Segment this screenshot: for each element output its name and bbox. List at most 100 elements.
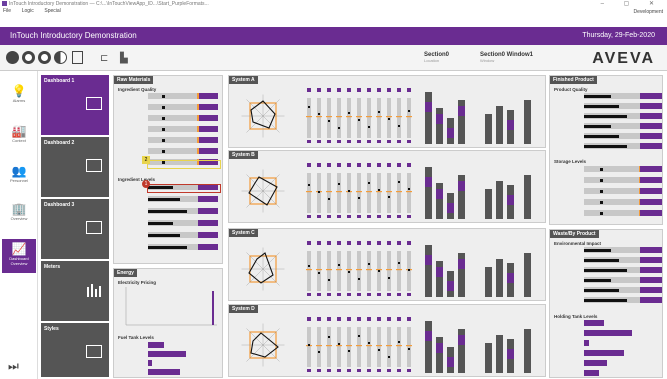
- indicator-dot: [408, 348, 410, 350]
- dashboard-tile-styles[interactable]: Styles: [41, 323, 109, 377]
- menu-file[interactable]: File: [3, 8, 11, 14]
- indicator-cap: [327, 88, 331, 92]
- indicator-target: [406, 345, 412, 347]
- dashboard-tile-2[interactable]: Dashboard 2: [41, 137, 109, 197]
- gauge-row: [118, 208, 218, 215]
- indicator-base: [347, 369, 351, 372]
- callout-badge: 1: [142, 180, 150, 188]
- indicator-cap: [307, 88, 311, 92]
- dashboard-tile-meters[interactable]: Meters: [41, 261, 109, 321]
- tile-label: Dashboard 3: [44, 202, 75, 208]
- bar-highlight: [507, 273, 514, 283]
- gauge-fill: [584, 134, 620, 138]
- bar-column: [496, 106, 503, 144]
- indicator-base: [367, 140, 371, 143]
- gauge-fill: [584, 248, 612, 252]
- menu-development[interactable]: Development: [634, 9, 663, 15]
- indicator-base: [357, 369, 361, 372]
- menu-special[interactable]: Special: [44, 8, 60, 14]
- dashboard-tile-1[interactable]: Dashboard 1: [41, 75, 109, 135]
- bar-column: [485, 267, 492, 297]
- gauge-range: [198, 196, 218, 202]
- indicator-column: [367, 98, 371, 138]
- indicator-column: [387, 327, 391, 367]
- indicator-cap: [377, 317, 381, 321]
- gauge-range: [640, 257, 662, 263]
- indicator-dot: [318, 351, 320, 353]
- indicator-dot: [318, 113, 320, 115]
- nav-alarms[interactable]: 💡 Alarms: [2, 81, 36, 115]
- indicator-dot: [388, 196, 390, 198]
- indicator-dot: [308, 106, 310, 108]
- indicator-column: [357, 173, 361, 213]
- indicator-cap: [337, 163, 341, 167]
- indicator-base: [407, 140, 411, 143]
- nav-personnel[interactable]: 👥 Personnel: [2, 161, 36, 195]
- nav-overview[interactable]: 🏢 Overview: [2, 199, 36, 233]
- contrast-icon[interactable]: [54, 51, 67, 64]
- indicator-base: [307, 140, 311, 143]
- gauge-row: [118, 137, 218, 144]
- gauge-fill: [584, 370, 599, 376]
- section1-sub: Location: [424, 58, 440, 63]
- gauge-row: [554, 93, 662, 100]
- gauge-row: [118, 196, 218, 203]
- nav-context[interactable]: 🏭 Context: [2, 121, 36, 155]
- indicator-column: [317, 98, 321, 138]
- indicator-cap: [407, 163, 411, 167]
- gauge-range: [198, 126, 218, 132]
- indicator-target: [306, 116, 312, 118]
- indicator-base: [327, 369, 331, 372]
- dashboard-tile-3[interactable]: Dashboard 3: [41, 199, 109, 259]
- gauge-row: [554, 257, 662, 264]
- nav-label: Personnel: [9, 178, 28, 183]
- indicator-dot: [398, 181, 400, 183]
- gauge-target: [638, 177, 641, 183]
- bar-column: [485, 189, 492, 219]
- gauge-fill: [148, 221, 173, 225]
- indicator-base: [337, 140, 341, 143]
- indicator-cap: [407, 317, 411, 321]
- indicator-cap: [347, 317, 351, 321]
- indicator-dot: [378, 111, 380, 113]
- indicator-base: [307, 369, 311, 372]
- indicator-column: [337, 173, 341, 213]
- gauge-marker: [162, 105, 165, 109]
- indicator-column: [307, 251, 311, 291]
- indicator-column: [357, 251, 361, 291]
- bar-highlight: [425, 255, 432, 265]
- record-icon[interactable]: [22, 51, 35, 64]
- app-header: InTouch Introductory Demonstration Thurs…: [0, 27, 667, 45]
- window-icon[interactable]: [72, 51, 83, 64]
- chart-icon[interactable]: ▙: [120, 53, 128, 64]
- indicator-target: [326, 269, 332, 271]
- indicator-target: [336, 191, 342, 193]
- gauge-row: [554, 188, 662, 195]
- nav-dashboard-overview[interactable]: 📈 Dashboard Overview: [2, 239, 36, 273]
- indicator-target: [326, 191, 332, 193]
- gauge-range: [198, 115, 218, 121]
- indicator-column: [327, 327, 331, 367]
- bar-column: [496, 259, 503, 297]
- gauge-range: [640, 93, 662, 99]
- back-icon[interactable]: ⊏: [100, 53, 108, 64]
- skip-end-icon[interactable]: ⏭: [8, 359, 19, 374]
- bar-highlight: [436, 267, 443, 277]
- gauge-row: [118, 115, 218, 122]
- gauge-fill: [584, 340, 589, 346]
- indicator-dot: [388, 118, 390, 120]
- pause-icon[interactable]: [6, 51, 19, 64]
- system-visuals: [241, 163, 531, 219]
- window-controls[interactable]: – ▢ ✕: [601, 0, 663, 7]
- stop-icon[interactable]: [38, 51, 51, 64]
- indicator-target: [386, 269, 392, 271]
- tile-label: Dashboard 1: [44, 78, 75, 84]
- indicator-dot: [328, 120, 330, 122]
- indicator-target: [366, 116, 372, 118]
- gauge-fill: [584, 360, 607, 366]
- indicator-cap: [317, 88, 321, 92]
- menu-logic[interactable]: Logic: [22, 8, 34, 14]
- electricity-pricing-label: Electricity Pricing: [118, 280, 157, 285]
- indicator-column: [387, 173, 391, 213]
- gauge-range: [640, 277, 662, 283]
